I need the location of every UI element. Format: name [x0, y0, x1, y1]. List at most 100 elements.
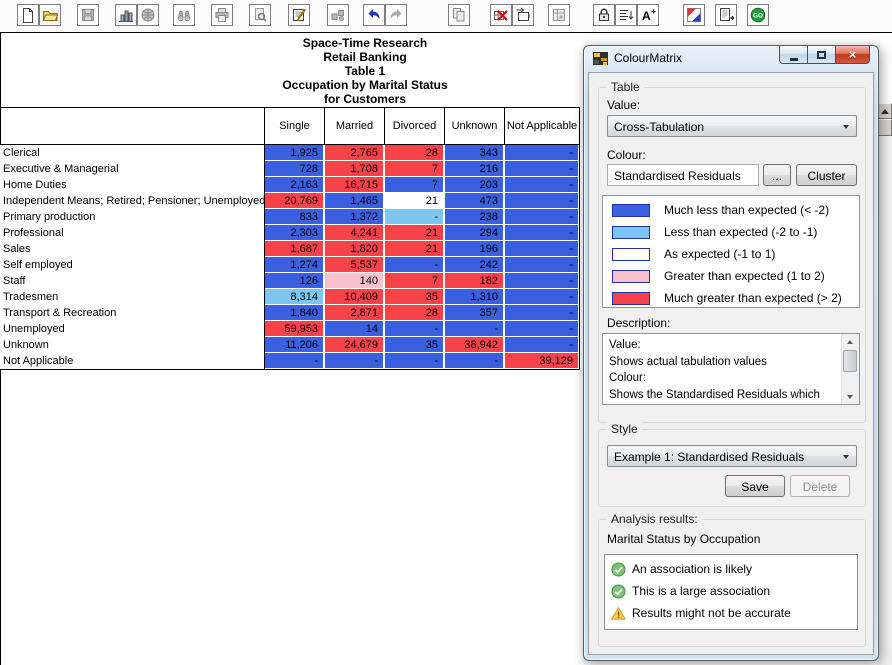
cluster-button[interactable]: Cluster	[796, 164, 857, 186]
description-line: Colour:	[609, 370, 839, 387]
table-cell: 196	[445, 241, 505, 257]
analysis-results-group: Analysis results: Marital Status by Occu…	[598, 519, 866, 647]
close-icon: ×	[849, 47, 857, 62]
table-cell: 2,163	[265, 177, 325, 193]
column-header: Not Applicable	[505, 107, 580, 145]
table-row: Sales1,6871,82021196-	[0, 241, 580, 257]
row-label: Self employed	[0, 257, 265, 273]
table-cell: 35	[385, 337, 445, 353]
font-size-button[interactable]: A	[637, 4, 659, 26]
main-vertical-scrollbar[interactable]	[877, 103, 892, 665]
open-folder-button[interactable]	[39, 4, 61, 26]
colour-input[interactable]: Standardised Residuals	[607, 164, 759, 186]
description-scrollbar[interactable]	[841, 334, 859, 404]
table-cell: 2,303	[265, 225, 325, 241]
edit-notes-button[interactable]	[288, 4, 310, 26]
svg-text:GO: GO	[753, 13, 763, 20]
go-button[interactable]: GO	[747, 4, 769, 26]
scroll-thumb[interactable]	[877, 119, 892, 136]
table-header-row: SingleMarriedDivorcedUnknownNot Applicab…	[0, 107, 580, 145]
table-cell: -	[325, 353, 385, 369]
find-binoculars-button	[173, 4, 195, 26]
value-combobox[interactable]: Cross-Tabulation	[607, 115, 857, 137]
table-cell: 357	[445, 305, 505, 321]
field-order-button[interactable]	[615, 4, 637, 26]
triangle-up-icon	[881, 109, 889, 114]
dialog-title: ColourMatrix	[614, 51, 682, 65]
check-icon	[611, 562, 626, 577]
scroll-up-button[interactable]	[877, 103, 892, 119]
table-cell: 7	[385, 273, 445, 289]
table-cell: 35	[385, 289, 445, 305]
value-selected: Cross-Tabulation	[614, 120, 704, 134]
table-cell: 10,409	[325, 289, 385, 305]
table-cell: 4,241	[325, 225, 385, 241]
table-cell: 11,206	[265, 337, 325, 353]
column-header: Single	[265, 107, 325, 145]
close-button[interactable]: ×	[835, 46, 870, 64]
chevron-down-icon	[843, 125, 849, 129]
legend-label: As expected (-1 to 1)	[664, 247, 775, 261]
row-label: Home Duties	[0, 177, 265, 193]
table-row: Executive & Managerial7281,7087216-	[0, 161, 580, 177]
check-icon	[611, 584, 626, 599]
globe-button	[137, 4, 159, 26]
save-icon	[80, 7, 96, 23]
print-icon	[214, 7, 230, 23]
legend-swatch-greater	[612, 270, 650, 283]
table-cell: 28	[385, 305, 445, 321]
delete-table-button[interactable]	[490, 4, 512, 26]
stub-header-cell	[0, 107, 265, 145]
table-row: Self employed1,2745,537-242-	[0, 257, 580, 273]
globe-icon	[140, 7, 156, 23]
chevron-down-icon	[843, 455, 849, 459]
field-order-icon	[618, 7, 634, 23]
table-cell: -	[505, 225, 580, 241]
analysis-text: This is a large association	[632, 584, 770, 598]
dialog-client: Table Value: Cross-Tabulation Colour: St…	[588, 72, 874, 655]
table-cell: -	[505, 161, 580, 177]
delete-table-icon	[493, 7, 509, 23]
redo-button	[385, 4, 407, 26]
table-cell: 833	[265, 209, 325, 225]
scroll-down-button[interactable]	[842, 389, 858, 404]
new-document-icon	[20, 7, 36, 23]
style-combobox[interactable]: Example 1: Standardised Residuals	[607, 445, 857, 467]
maximize-button[interactable]	[808, 46, 835, 64]
legend-box: Much less than expected (< -2)Less than …	[602, 195, 860, 308]
minimize-icon	[790, 58, 798, 61]
save-button[interactable]: Save	[725, 475, 785, 497]
table-cell: -	[505, 257, 580, 273]
undo-button[interactable]	[363, 4, 385, 26]
lock-button[interactable]	[593, 4, 615, 26]
dialog-titlebar[interactable]: ColourMatrix ×	[584, 46, 878, 72]
description-line: Value:	[609, 337, 839, 354]
bar-chart-button[interactable]	[115, 4, 137, 26]
table-cell: -	[505, 273, 580, 289]
edit-notes-icon	[291, 7, 307, 23]
new-document-button[interactable]	[17, 4, 39, 26]
analysis-item: Results might not be accurate	[605, 602, 857, 624]
svg-text:A: A	[642, 9, 651, 23]
scroll-thumb[interactable]	[843, 350, 857, 372]
table-cell: 126	[265, 273, 325, 289]
colour-matrix-button[interactable]	[683, 4, 705, 26]
table-cell: 1,687	[265, 241, 325, 257]
add-document-icon	[718, 7, 734, 23]
table-cell: 294	[445, 225, 505, 241]
scroll-up-button[interactable]	[842, 334, 858, 349]
add-document-button[interactable]	[715, 4, 737, 26]
browse-button[interactable]: ...	[763, 164, 791, 186]
transpose-table-button[interactable]	[512, 4, 534, 26]
row-label: Professional	[0, 225, 265, 241]
table-bottom-border	[0, 369, 580, 370]
minimize-button[interactable]	[779, 46, 808, 64]
table-cell: 2,871	[325, 305, 385, 321]
analysis-subtitle: Marital Status by Occupation	[607, 532, 760, 546]
table-cell: -	[505, 241, 580, 257]
table-options-button	[548, 4, 570, 26]
table-cell: -	[265, 353, 325, 369]
legend-item: Much less than expected (< -2)	[603, 199, 859, 221]
table-cell: -	[385, 353, 445, 369]
colourmatrix-dialog: ColourMatrix × Table Value: Cross-Tabula…	[583, 45, 879, 661]
